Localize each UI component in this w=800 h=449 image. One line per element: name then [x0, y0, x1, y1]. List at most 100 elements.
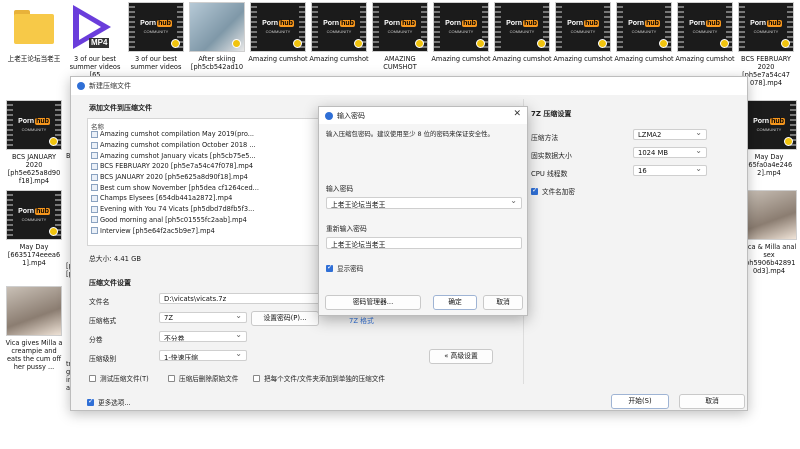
- level-select[interactable]: 1-快速压缩: [159, 350, 247, 361]
- video-file-icon: [91, 205, 98, 213]
- start-button[interactable]: 开始(S): [611, 394, 669, 409]
- checkbox-box[interactable]: [253, 374, 260, 382]
- settings-title: 压缩文件设置: [89, 279, 131, 287]
- file-name-label: Amazing cumshot: [492, 55, 552, 63]
- reenter-label: 重新输入密码: [326, 225, 367, 233]
- file-name-label: May Day [65fa0a4e246 2].mp4: [745, 153, 793, 177]
- desktop-file-icon[interactable]: Porn hub COMMUNITY Amazing cumshot: [675, 2, 735, 63]
- dict-label: 固实数据大小: [531, 152, 572, 160]
- video-file-icon: [91, 227, 98, 235]
- desktop-file-icon[interactable]: Vica & Milla anal sex [ph5906b42891 0d3]…: [739, 190, 799, 275]
- desktop-file-icon[interactable]: Porn hub COMMUNITY AMAZING CUMSHOT: [370, 2, 430, 71]
- desktop-file-icon[interactable]: Porn hub COMMUNITY BCS FEBRUARY 2020 [ph5e7…: [736, 2, 796, 87]
- desktop-file-icon[interactable]: Porn hub COMMUNITY Amazing cumshot: [614, 2, 674, 63]
- file-name-label: Amazing cumshot: [553, 55, 613, 63]
- dialog-title: 输入密码: [337, 111, 365, 120]
- file-name-label: Amazing cumshot: [614, 55, 674, 63]
- dict-select[interactable]: 1024 MB: [633, 147, 707, 158]
- file-name-label: May Day [6635174eeea6 1].mp4: [7, 243, 61, 267]
- video-thumbnail: Porn hub COMMUNITY: [6, 100, 62, 150]
- checkbox-label: 把每个文件/文件夹添加到单独的压缩文件: [264, 375, 385, 383]
- desktop-file-icon[interactable]: After skiing [ph5cb542ad10: [187, 2, 247, 71]
- password-dialog: 输入密码 ✕ 输入压缩包密码。建议使用至少 8 位的密码来保证安全性。 输入密码…: [318, 106, 528, 316]
- password-label: 输入密码: [326, 185, 354, 193]
- window-titlebar[interactable]: 新建压缩文件: [71, 77, 747, 95]
- video-thumbnail: Porn hub COMMUNITY: [616, 2, 672, 52]
- password-input[interactable]: 上老王论坛当老王: [326, 197, 522, 209]
- checkbox-label: 更多选项...: [98, 399, 131, 407]
- window-title: 新建压缩文件: [89, 82, 131, 90]
- desktop-file-icon[interactable]: Porn hub COMMUNITY Amazing cumshot: [553, 2, 613, 63]
- desktop-file-icon[interactable]: Porn hub COMMUNITY Amazing cumshot: [492, 2, 552, 63]
- test-archive-checkbox[interactable]: 测试压缩文件(T): [89, 373, 149, 383]
- format-select[interactable]: 7Z: [159, 312, 247, 323]
- desktop-file-icon[interactable]: Porn hub COMMUNITY May Day [65fa0a4e246 2].…: [739, 100, 799, 177]
- method-select[interactable]: LZMA2: [633, 129, 707, 140]
- dialog-titlebar[interactable]: 输入密码: [319, 107, 527, 124]
- file-name-label: After skiing [ph5cb542ad10: [190, 55, 244, 71]
- video-thumbnail: [741, 190, 797, 240]
- desktop-file-icon[interactable]: Vica gives Milla a creampie and eats the…: [4, 286, 64, 371]
- desktop-file-icon[interactable]: Porn hub COMMUNITY May Day [6635174eeea6 1]…: [4, 190, 64, 267]
- video-file-icon: [91, 130, 98, 138]
- checkbox-box[interactable]: [89, 374, 96, 382]
- app-icon: [325, 111, 333, 120]
- cpu-label: CPU 线程数: [531, 170, 568, 178]
- video-thumbnail: Porn hub COMMUNITY: [311, 2, 367, 52]
- checkbox-label: 测试压缩文件(T): [100, 375, 149, 383]
- video-thumbnail: Porn hub COMMUNITY: [6, 190, 62, 240]
- show-password-checkbox[interactable]: 显示密码: [326, 263, 363, 273]
- checkbox-box[interactable]: [168, 374, 175, 382]
- set-password-button[interactable]: 设置密码(P)...: [251, 311, 319, 326]
- seven-z-settings-title: 7Z 压缩设置: [531, 110, 572, 118]
- checkbox-box[interactable]: [531, 186, 538, 195]
- desktop-file-icon[interactable]: Porn hub COMMUNITY Amazing cumshot: [309, 2, 369, 63]
- video-file-icon: [91, 152, 98, 160]
- video-thumbnail: Porn hub COMMUNITY: [128, 2, 184, 52]
- encrypt-filenames-checkbox[interactable]: 文件名加密: [531, 186, 575, 196]
- app-icon: [77, 82, 85, 90]
- video-thumbnail: [189, 2, 245, 52]
- file-name-label: Amazing cumshot: [431, 55, 491, 63]
- file-name-label: 上老王论坛当老王: [7, 55, 61, 63]
- dialog-cancel-button[interactable]: 取消: [483, 295, 523, 310]
- advanced-settings-button[interactable]: « 高级设置: [429, 349, 493, 364]
- video-thumbnail: [6, 286, 62, 336]
- ok-button[interactable]: 确定: [433, 295, 477, 310]
- file-name-label: Vica gives Milla a creampie and eats the…: [5, 339, 63, 371]
- file-name-label: Amazing cumshot: [248, 55, 308, 63]
- video-thumbnail: Porn hub COMMUNITY: [494, 2, 550, 52]
- desktop-file-icon[interactable]: MP4 3 of our best summer videos [65: [65, 2, 125, 79]
- reenter-password-input[interactable]: 上老王论坛当老王: [326, 237, 522, 249]
- separate-archives-checkbox[interactable]: 把每个文件/文件夹添加到单独的压缩文件: [253, 373, 385, 383]
- split-select[interactable]: 不分卷: [159, 331, 247, 342]
- format-label: 压缩格式: [89, 317, 117, 325]
- add-files-title: 添加文件到压缩文件: [89, 104, 152, 112]
- checkbox-box[interactable]: [87, 397, 94, 406]
- total-size: 总大小: 4.41 GB: [89, 255, 142, 263]
- level-label: 压缩级别: [89, 355, 117, 363]
- file-name-label: AMAZING CUMSHOT: [383, 55, 417, 71]
- desktop-file-icon[interactable]: Porn hub COMMUNITY Amazing cumshot: [248, 2, 308, 63]
- column-name[interactable]: 名称: [91, 121, 351, 131]
- checkbox-box[interactable]: [326, 263, 333, 272]
- desktop-file-icon[interactable]: 上老王论坛当老王: [4, 2, 64, 63]
- video-thumbnail: Porn hub COMMUNITY: [738, 2, 794, 52]
- video-file-icon: [91, 141, 98, 149]
- video-file-icon: [91, 184, 98, 192]
- delete-after-checkbox[interactable]: 压缩后删除原始文件: [168, 373, 238, 383]
- close-icon[interactable]: ✕: [513, 109, 521, 119]
- video-thumbnail: Porn hub COMMUNITY: [372, 2, 428, 52]
- password-manager-button[interactable]: 密码管理器...: [325, 295, 421, 310]
- format-hint[interactable]: 7Z 格式: [349, 315, 374, 325]
- desktop-file-icon[interactable]: Porn hub COMMUNITY Amazing cumshot: [431, 2, 491, 63]
- desktop-file-icon[interactable]: Porn hub COMMUNITY BCS JANUARY 2020 [ph5e62…: [4, 100, 64, 185]
- desktop-file-icon[interactable]: Porn hub COMMUNITY 3 of our best summer vid…: [126, 2, 186, 71]
- video-file-icon: [91, 162, 98, 170]
- more-options-checkbox[interactable]: 更多选项...: [87, 397, 131, 407]
- folder-icon: [6, 2, 62, 52]
- method-label: 压缩方法: [531, 134, 559, 142]
- mp4-label: MP4: [89, 38, 110, 48]
- cancel-button[interactable]: 取消: [679, 394, 745, 409]
- cpu-select[interactable]: 16: [633, 165, 707, 176]
